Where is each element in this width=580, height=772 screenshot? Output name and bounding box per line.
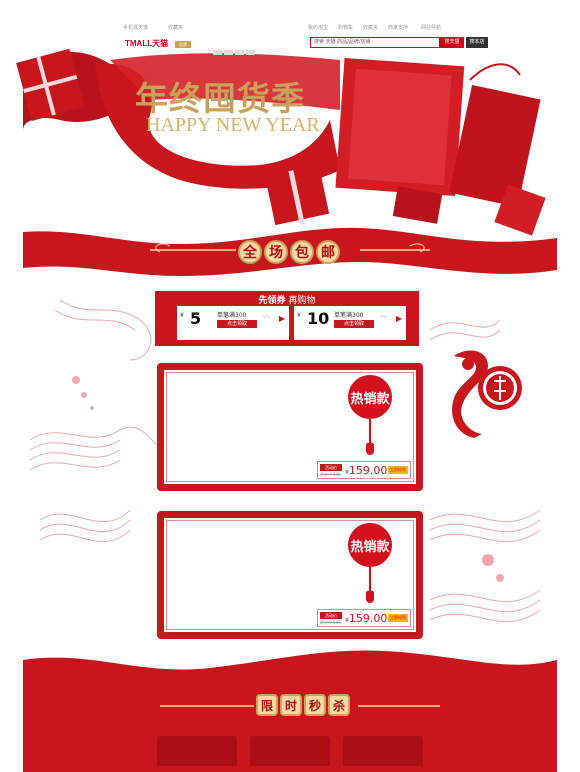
chevron-right-icon: ▶ (278, 314, 285, 323)
chevron-right-icon: ▶ (395, 314, 402, 323)
claim-coupon-button[interactable]: 点击领取 (217, 320, 257, 328)
claim-coupon-button[interactable]: 点击领取 (334, 320, 374, 328)
product-card[interactable]: 热销款 活动价 原价:¥ 599 ¥159.00 立即抢购 (157, 363, 423, 491)
sale-price: ¥159.00 (345, 612, 387, 625)
nav-item-favorites[interactable]: 收藏夹 (168, 24, 183, 31)
seal-char: 秒 (304, 694, 326, 716)
original-price: 原价:¥ 599 (320, 620, 341, 625)
menu-placeholder (213, 40, 273, 55)
fu-papercut-icon (452, 350, 522, 438)
coupon-title-rest: 再购物 (288, 296, 316, 306)
price-bar: 活动价 原价:¥ 599 ¥159.00 立即抢购 (317, 609, 411, 627)
price-value: 159.00 (348, 464, 388, 477)
brand-badge: 品牌 (175, 41, 191, 48)
seal-char: 邮 (316, 240, 340, 264)
tag-string (369, 567, 371, 593)
coupon-title-bold: 先领券 (258, 296, 286, 306)
nav-item-my-taobao[interactable]: 我的淘宝 (308, 24, 328, 31)
sale-price: ¥159.00 (345, 464, 387, 477)
nav-item-sitemap[interactable]: 网站导航 (421, 24, 441, 31)
product-card[interactable]: 热销款 活动价 原价:¥ 599 ¥159.00 立即抢购 (157, 511, 423, 639)
price-label: 活动价 (320, 464, 342, 471)
flash-sale-item[interactable] (343, 736, 423, 766)
buy-now-button[interactable]: 立即抢购 (388, 466, 408, 474)
price-label: 活动价 (320, 612, 342, 619)
tmall-logo[interactable]: TMALL天猫 (125, 38, 168, 49)
original-price: 原价:¥ 599 (320, 472, 341, 477)
coupon-currency: ¥ (297, 312, 301, 319)
page: 手机逛天猫 收藏夹 我的淘宝 购物车 收藏夹 商家支持 网站导航 TMALL天猫… (0, 0, 580, 772)
tag-string (369, 419, 371, 445)
search-store-button[interactable]: 搜本店 (466, 37, 488, 48)
hero-title: 年终囤货季 (135, 79, 305, 118)
search-input[interactable]: 搜索 天猫 商品/品牌/店铺 (310, 37, 440, 48)
tassel-icon (366, 591, 374, 603)
hero-banner[interactable]: 年终囤货季 HAPPY NEW YEAR 活动时间：2017.12.30—201… (23, 52, 557, 272)
nav-item-collect[interactable]: 收藏夹 (363, 24, 378, 31)
seal-char: 杀 (328, 694, 350, 716)
tassel-icon (366, 443, 374, 455)
flash-sale-products (157, 736, 423, 766)
hero-date: 活动时间：2017.12.30—2018.1.5 (179, 141, 293, 149)
coupon-currency: ¥ (180, 312, 184, 319)
seal-char: 全 (238, 240, 262, 264)
nav-item-merchant[interactable]: 商家支持 (388, 24, 408, 31)
hot-sale-tag: 热销款 (348, 375, 392, 419)
nav-item-mobile[interactable]: 手机逛天猫 (123, 24, 148, 31)
coupon-amount: 10 (307, 309, 330, 328)
flash-sale-item[interactable] (250, 736, 330, 766)
coupon-condition: 单笔满300 (217, 312, 247, 319)
seal-char: 限 (256, 694, 278, 716)
coupon-amount: 5 (190, 309, 202, 328)
wave-icon: 〰 (263, 313, 270, 321)
free-shipping-banner: 全 场 包 邮 (238, 240, 358, 266)
nav-item-cart[interactable]: 购物车 (338, 24, 353, 31)
search-tmall-button[interactable]: 搜天猫 (440, 37, 464, 48)
flash-sale-banner: 限 时 秒 杀 (256, 694, 356, 720)
hot-sale-tag: 热销款 (348, 523, 392, 567)
seal-char: 场 (264, 240, 288, 264)
buy-now-button[interactable]: 立即抢购 (388, 614, 408, 622)
flash-sale-item[interactable] (157, 736, 237, 766)
seal-char: 包 (290, 240, 314, 264)
coupon-condition: 单笔满300 (334, 312, 364, 319)
seal-char: 时 (280, 694, 302, 716)
price-value: 159.00 (348, 612, 388, 625)
wave-icon: 〰 (380, 313, 387, 321)
price-bar: 活动价 原价:¥ 599 ¥159.00 立即抢购 (317, 461, 411, 479)
store-header: TMALL天猫 品牌 搜索 天猫 商品/品牌/店铺 搜天猫 搜本店 (23, 34, 557, 55)
coupon-section: 先领券 再购物 ¥ 5 单笔满300 点击领取 〰 ▶ ¥ 10 单笔满300 … (155, 291, 419, 346)
hero-subtitle: HAPPY NEW YEAR (146, 114, 320, 136)
coupon-card[interactable]: ¥ 10 单笔满300 点击领取 〰 ▶ (294, 306, 406, 340)
coupon-title: 先领券 再购物 (155, 293, 419, 306)
coupon-card[interactable]: ¥ 5 单笔满300 点击领取 〰 ▶ (177, 306, 289, 340)
top-nav: 手机逛天猫 收藏夹 我的淘宝 购物车 收藏夹 商家支持 网站导航 (23, 24, 557, 34)
